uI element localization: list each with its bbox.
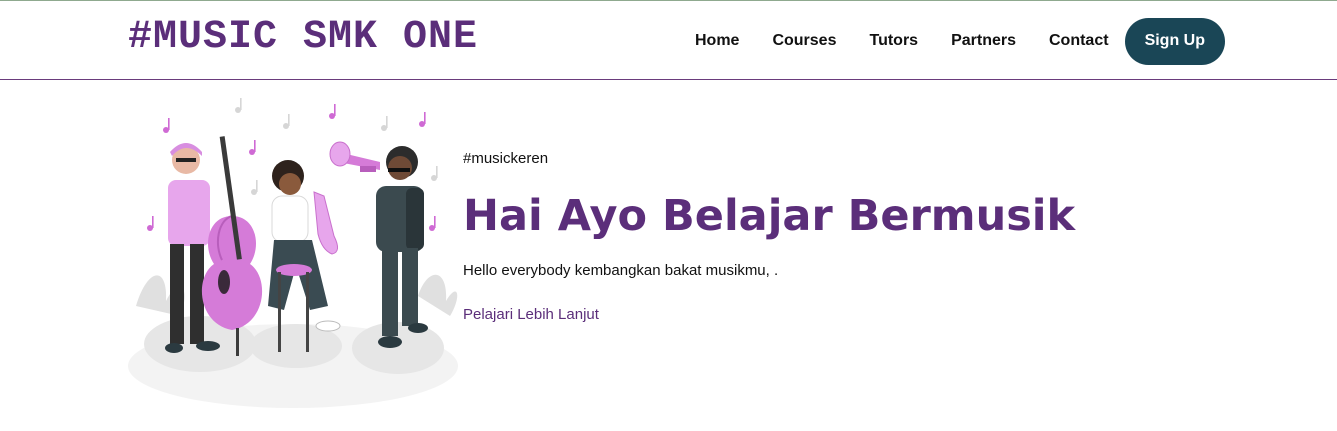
hero-title: Hai Ayo Belajar Bermusik — [463, 191, 1076, 241]
sign-up-button[interactable]: Sign Up — [1124, 17, 1225, 65]
nav-courses[interactable]: Courses — [772, 32, 836, 50]
brand-logo[interactable]: #MUSIC SMK ONE — [128, 15, 478, 60]
nav-tutors[interactable]: Tutors — [869, 32, 918, 50]
page: #MUSIC SMK ONE Home Courses Tutors Partn… — [0, 0, 1337, 431]
hero-description: Hello everybody kembangkan bakat musikmu… — [463, 262, 779, 279]
learn-more-link[interactable]: Pelajari Lebih Lanjut — [463, 306, 599, 323]
music-band-illustration-icon — [128, 98, 458, 408]
nav-contact[interactable]: Contact — [1049, 32, 1109, 50]
nav-partners[interactable]: Partners — [951, 32, 1016, 50]
hero-tagline: #musickeren — [463, 150, 549, 167]
hero-section: #musickeren Hai Ayo Belajar Bermusik Hel… — [463, 150, 1075, 324]
nav-home[interactable]: Home — [695, 32, 739, 50]
navbar: #MUSIC SMK ONE Home Courses Tutors Partn… — [0, 1, 1337, 80]
main-nav: Home Courses Tutors Partners Contact Sig… — [695, 17, 1225, 65]
